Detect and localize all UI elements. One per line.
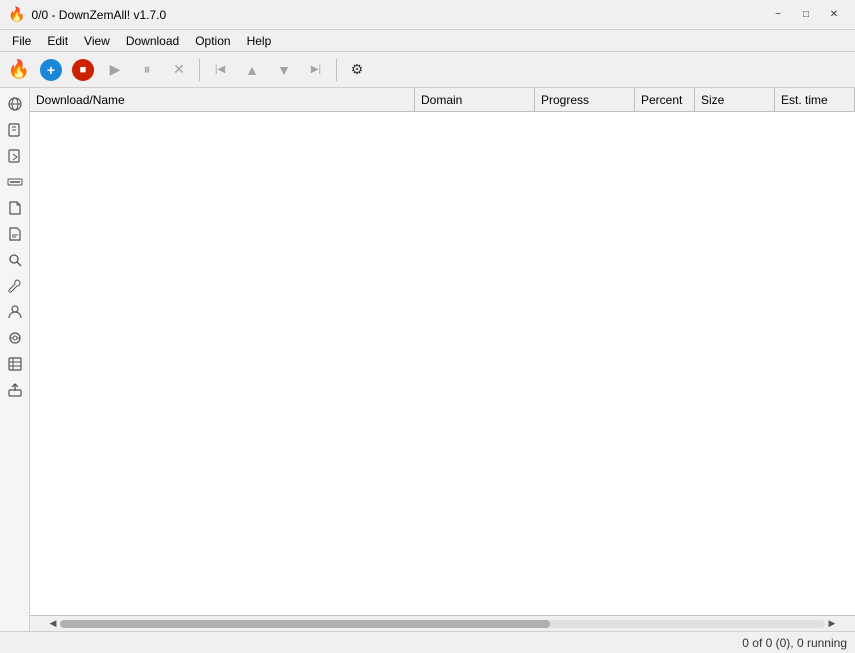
hscrollbar-track[interactable] <box>60 620 825 628</box>
sidebar-btn-search[interactable] <box>3 248 27 272</box>
hscrollbar-thumb[interactable] <box>60 620 550 628</box>
toolbar-move-bottom-button: ▶| <box>301 56 331 84</box>
toolbar-settings-button[interactable]: ⚙ <box>342 56 372 84</box>
titlebar-title: 0/0 - DownZemAll! v1.7.0 <box>31 8 765 22</box>
sidebar-btn-downloading[interactable] <box>3 118 27 142</box>
col-header-percent[interactable]: Percent <box>635 88 695 111</box>
table-header: Download/NameDomainProgressPercentSizeEs… <box>30 88 855 112</box>
sidebar-btn-paused[interactable] <box>3 144 27 168</box>
toolbar-move-top-button: |◀ <box>205 56 235 84</box>
menu-item-option[interactable]: Option <box>187 32 238 50</box>
sidebar-btn-export[interactable] <box>3 378 27 402</box>
toolbar-pause-button: ⏸ <box>132 56 162 84</box>
scroll-right-arrow[interactable]: ▶ <box>825 617 839 631</box>
sidebar-btn-all[interactable] <box>3 92 27 116</box>
menu-item-help[interactable]: Help <box>239 32 280 50</box>
menu-item-view[interactable]: View <box>76 32 118 50</box>
col-header-domain[interactable]: Domain <box>415 88 535 111</box>
toolbar-move-down-button: ▼ <box>269 56 299 84</box>
sidebar-btn-completed[interactable] <box>3 170 27 194</box>
col-header-name[interactable]: Download/Name <box>30 88 415 111</box>
toolbar-stop-all-button[interactable]: ■ <box>68 56 98 84</box>
col-header-esttime[interactable]: Est. time <box>775 88 855 111</box>
toolbar-resume-button: ▶ <box>100 56 130 84</box>
sidebar-btn-doc-sign[interactable] <box>3 222 27 246</box>
col-header-progress[interactable]: Progress <box>535 88 635 111</box>
menu-item-download[interactable]: Download <box>118 32 187 50</box>
toolbar-separator-sep1 <box>199 59 200 81</box>
toolbar: 🔥+■▶⏸✕ |◀▲▼▶| ⚙ <box>0 52 855 88</box>
maximize-button[interactable]: □ <box>793 5 819 25</box>
sidebar-btn-table[interactable] <box>3 352 27 376</box>
sidebar-btn-person[interactable] <box>3 300 27 324</box>
sidebar-btn-tools[interactable] <box>3 274 27 298</box>
toolbar-app-icon: 🔥 <box>4 56 34 84</box>
menu-item-file[interactable]: File <box>4 32 39 50</box>
sidebar-btn-globe2[interactable] <box>3 326 27 350</box>
toolbar-cancel-button: ✕ <box>164 56 194 84</box>
sidebar-btn-file[interactable] <box>3 196 27 220</box>
main-area: Download/NameDomainProgressPercentSizeEs… <box>0 88 855 631</box>
titlebar-controls: − □ ✕ <box>765 5 847 25</box>
statusbar: 0 of 0 (0), 0 running <box>0 631 855 653</box>
menu-item-edit[interactable]: Edit <box>39 32 76 50</box>
menubar: FileEditViewDownloadOptionHelp <box>0 30 855 52</box>
download-area: Download/NameDomainProgressPercentSizeEs… <box>30 88 855 631</box>
titlebar: 🔥 0/0 - DownZemAll! v1.7.0 − □ ✕ <box>0 0 855 30</box>
close-button[interactable]: ✕ <box>821 5 847 25</box>
status-text: 0 of 0 (0), 0 running <box>742 636 847 650</box>
col-header-size[interactable]: Size <box>695 88 775 111</box>
app-icon: 🔥 <box>8 6 25 23</box>
toolbar-move-up-button: ▲ <box>237 56 267 84</box>
toolbar-add-button[interactable]: + <box>36 56 66 84</box>
sidebar <box>0 88 30 631</box>
scroll-left-arrow[interactable]: ◀ <box>46 617 60 631</box>
scrollbar-area: ◀ ▶ <box>30 615 855 631</box>
download-list[interactable] <box>30 112 855 615</box>
minimize-button[interactable]: − <box>765 5 791 25</box>
toolbar-separator-sep2 <box>336 59 337 81</box>
